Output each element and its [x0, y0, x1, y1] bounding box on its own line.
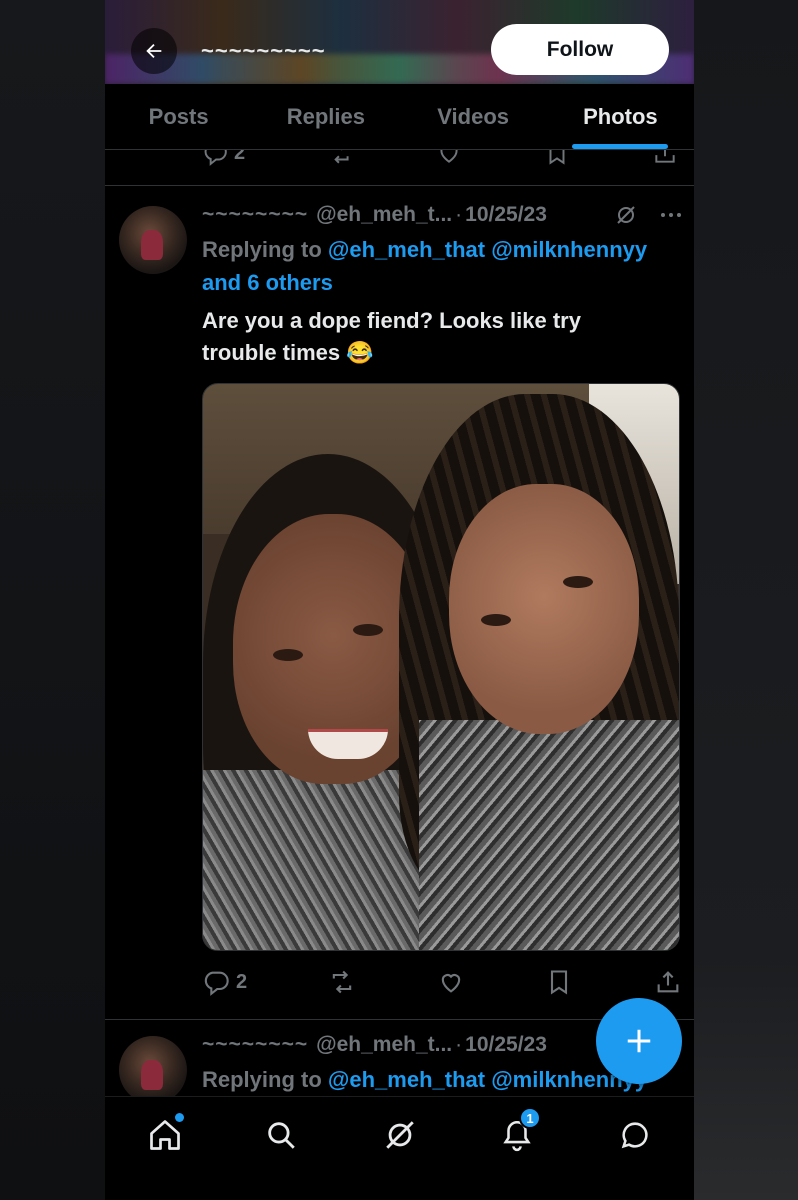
next-tweet-display-name[interactable]: ~~~~~~~~ [202, 1033, 308, 1057]
home-icon [150, 1120, 180, 1150]
next-tweet-date[interactable]: 10/25/23 [465, 1033, 547, 1057]
avatar[interactable] [119, 1036, 187, 1100]
tweet-actions: 2 [202, 964, 682, 1000]
tab-replies-label: Replies [286, 103, 365, 129]
share-icon [655, 150, 675, 163]
tweet[interactable]: ~~~~~~~~ @eh_meh_t... · 10/25/23 Replyin… [105, 186, 694, 1020]
tab-posts-label: Posts [148, 103, 209, 129]
nav-home[interactable] [145, 1113, 185, 1155]
tab-replies[interactable]: Replies [252, 84, 399, 149]
tab-videos-label: Videos [437, 103, 509, 129]
retweet-icon [334, 150, 349, 164]
replying-to: Replying to @eh_meh_that @milknhennyy an… [202, 233, 682, 299]
plus-icon [627, 1029, 651, 1053]
photo-eye [273, 649, 303, 661]
like-icon [440, 150, 458, 163]
bottom-navigation: 1 [105, 1096, 694, 1200]
bookmark-button[interactable] [545, 968, 573, 996]
reply-button[interactable]: 2 [202, 968, 247, 996]
tweet-text-line-1: Are you a dope fiend? Looks like try [202, 308, 581, 333]
tweet-photo[interactable] [202, 383, 680, 951]
search-icon [268, 1122, 295, 1149]
retweet-icon [332, 970, 352, 994]
reply-link-user-2[interactable]: @milknhennyy [491, 237, 647, 262]
reply-icon [204, 150, 227, 166]
prev-retweet-button[interactable] [327, 150, 353, 166]
meta-separator: · [455, 1033, 463, 1056]
nav-search[interactable] [261, 1115, 301, 1155]
tab-videos[interactable]: Videos [400, 84, 547, 149]
tweet-body: ~~~~~~~~ @eh_meh_t... · 10/25/23 Replyin… [202, 200, 682, 951]
tweet-date[interactable]: 10/25/23 [465, 203, 547, 227]
grok-icon [386, 1121, 414, 1149]
reply-link-user-1[interactable]: @eh_meh_that [328, 237, 485, 262]
grok-button[interactable] [614, 203, 638, 227]
prev-share-button[interactable] [652, 150, 678, 166]
bookmark-icon [551, 970, 568, 995]
follow-button[interactable]: Follow [491, 24, 669, 75]
grok-icon [617, 206, 635, 224]
avatar[interactable] [119, 206, 187, 274]
profile-tabs: Posts Replies Videos Photos [105, 84, 694, 150]
back-arrow-icon [146, 43, 162, 59]
prev-reply-count: 2 [234, 150, 246, 164]
reply-link-others[interactable]: and 6 others [202, 270, 333, 295]
notifications-count-badge: 1 [519, 1107, 541, 1129]
prev-reply-button[interactable]: 2 [202, 150, 245, 166]
reply-count: 2 [236, 970, 248, 993]
phone-screen: ~~~~~~~~~ Follow Posts Replies Videos Ph… [105, 0, 694, 1200]
active-tab-indicator [572, 144, 669, 149]
left-backdrop [0, 0, 105, 1200]
tab-photos-label: Photos [583, 103, 658, 129]
messages-icon [621, 1122, 648, 1149]
photo-person-right-face [449, 484, 639, 734]
nav-grok[interactable] [380, 1115, 420, 1155]
next-reply-link-user-1[interactable]: @eh_meh_that [328, 1067, 485, 1092]
replying-to-prefix: Replying to [202, 237, 322, 262]
prev-bookmark-button[interactable] [544, 150, 570, 166]
like-icon [441, 974, 460, 993]
tab-posts[interactable]: Posts [105, 84, 252, 149]
nav-notifications[interactable]: 1 [497, 1107, 541, 1155]
nav-messages[interactable] [615, 1115, 655, 1155]
photo-eye [353, 624, 383, 636]
tweet-display-name[interactable]: ~~~~~~~~ [202, 203, 308, 227]
tweet-text-line-2: trouble times 😂 [202, 340, 374, 365]
bookmark-icon [549, 150, 565, 165]
prev-like-button[interactable] [436, 150, 462, 166]
previous-tweet-actions: 2 [105, 150, 694, 186]
photo-eye [481, 614, 511, 626]
share-button[interactable] [654, 968, 682, 996]
meta-separator: · [455, 203, 463, 226]
tweet-meta: ~~~~~~~~ @eh_meh_t... · 10/25/23 [202, 200, 682, 230]
photo-eye [563, 576, 593, 588]
tweet-text: Are you a dope fiend? Looks like try tro… [202, 305, 682, 369]
retweet-button[interactable] [328, 968, 356, 996]
more-options-button[interactable] [660, 211, 682, 219]
header-display-name: ~~~~~~~~~ [201, 38, 326, 63]
right-backdrop [694, 0, 798, 1200]
next-replying-to-prefix: Replying to [202, 1067, 322, 1092]
next-tweet-handle[interactable]: @eh_meh_t... [316, 1033, 452, 1057]
tweet-handle[interactable]: @eh_meh_t... [316, 203, 452, 227]
back-button[interactable] [131, 28, 177, 74]
more-icon [661, 213, 681, 217]
share-icon [657, 971, 679, 993]
reply-icon [204, 971, 229, 996]
like-button[interactable] [437, 968, 465, 996]
photo-person-right-sweater [419, 720, 679, 950]
tab-photos[interactable]: Photos [547, 84, 694, 149]
compose-post-button[interactable] [596, 998, 682, 1084]
home-unread-dot [175, 1113, 184, 1122]
